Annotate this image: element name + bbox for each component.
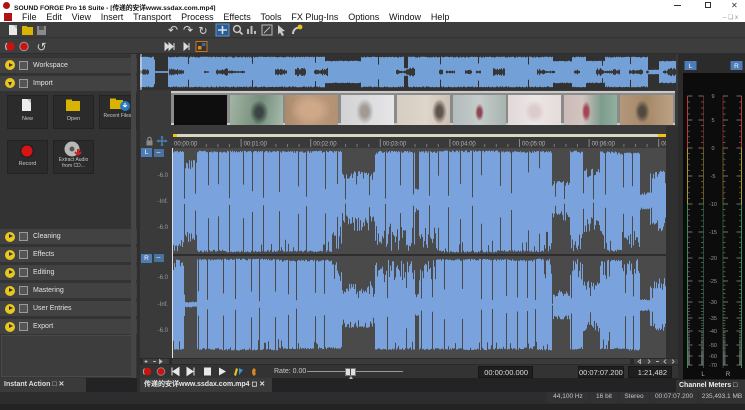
svg-text:↺: ↺ — [36, 40, 46, 54]
svg-text:-50: -50 — [709, 343, 717, 349]
svg-text:↶: ↶ — [168, 23, 178, 37]
svg-text:-10: -10 — [709, 202, 717, 208]
svg-text:0: 0 — [711, 146, 714, 152]
svg-text:-60: -60 — [709, 354, 717, 360]
svg-text:-20: -20 — [709, 256, 717, 262]
svg-text:5: 5 — [711, 118, 714, 124]
svg-text:-5: -5 — [711, 174, 716, 180]
svg-text:-15: -15 — [709, 230, 717, 236]
svg-text:R: R — [734, 63, 739, 70]
svg-text:↷: ↷ — [183, 23, 193, 37]
svg-text:R: R — [726, 372, 731, 378]
svg-text:-30: -30 — [709, 300, 717, 306]
svg-text:-25: -25 — [709, 279, 717, 285]
svg-text:9: 9 — [711, 94, 714, 100]
svg-text:-40: -40 — [709, 329, 717, 335]
svg-text:-35: -35 — [709, 316, 717, 322]
svg-text:L: L — [689, 63, 693, 70]
svg-text:↻: ↻ — [198, 26, 207, 38]
svg-text:-70: -70 — [709, 363, 717, 369]
